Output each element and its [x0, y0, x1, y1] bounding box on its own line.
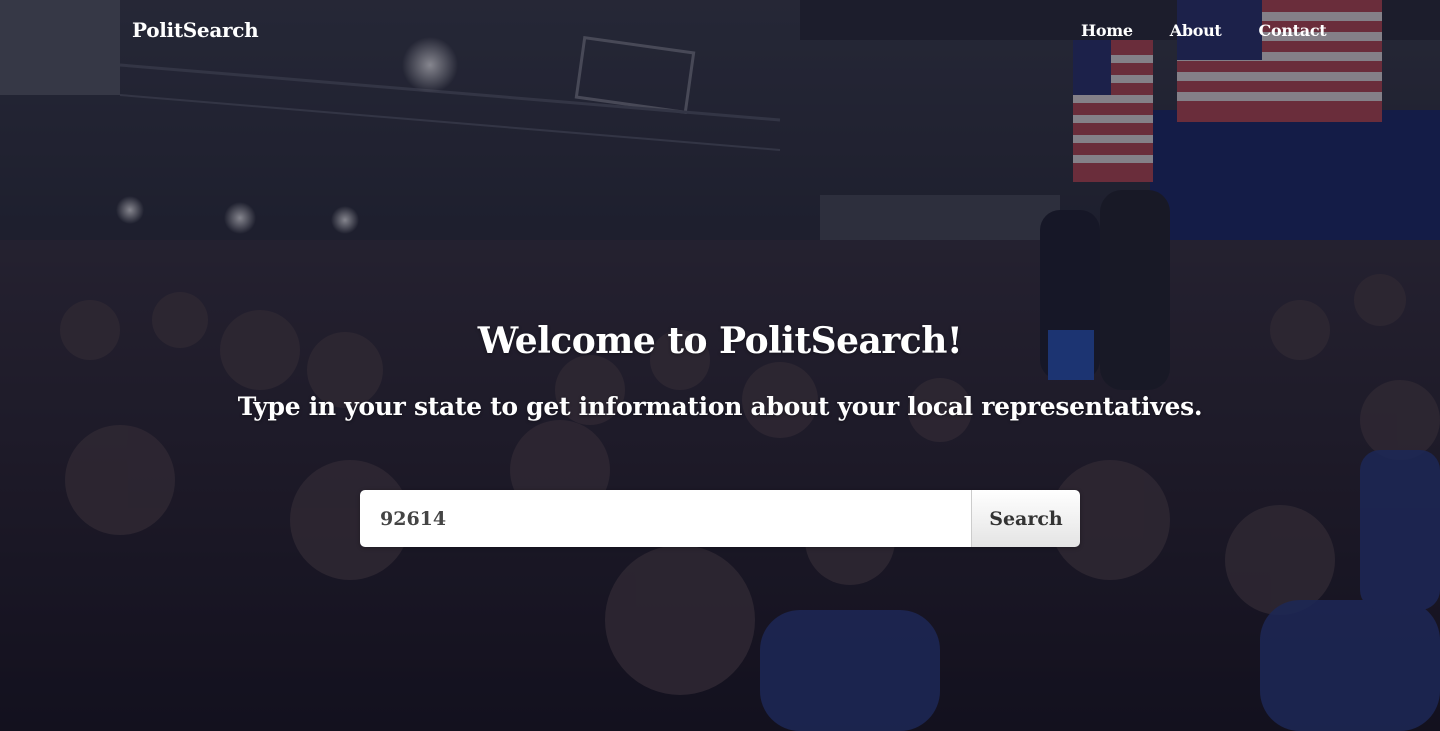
nav-link-about[interactable]: About	[1170, 21, 1222, 40]
background-overlay	[0, 0, 1440, 731]
page-title: Welcome to PolitSearch!	[477, 320, 963, 362]
search-input[interactable]	[360, 490, 971, 547]
nav-link-home[interactable]: Home	[1081, 21, 1133, 40]
navbar: PolitSearch Home About Contact	[0, 0, 1440, 64]
search-group: Search	[360, 490, 1080, 547]
page-subtitle: Type in your state to get information ab…	[237, 392, 1203, 421]
nav-link-contact[interactable]: Contact	[1259, 21, 1327, 40]
brand-link[interactable]: PolitSearch	[132, 18, 259, 42]
hero-section: PolitSearch Home About Contact Welcome t…	[0, 0, 1440, 731]
nav-links: Home About Contact	[1081, 21, 1363, 40]
search-button[interactable]: Search	[971, 490, 1080, 547]
